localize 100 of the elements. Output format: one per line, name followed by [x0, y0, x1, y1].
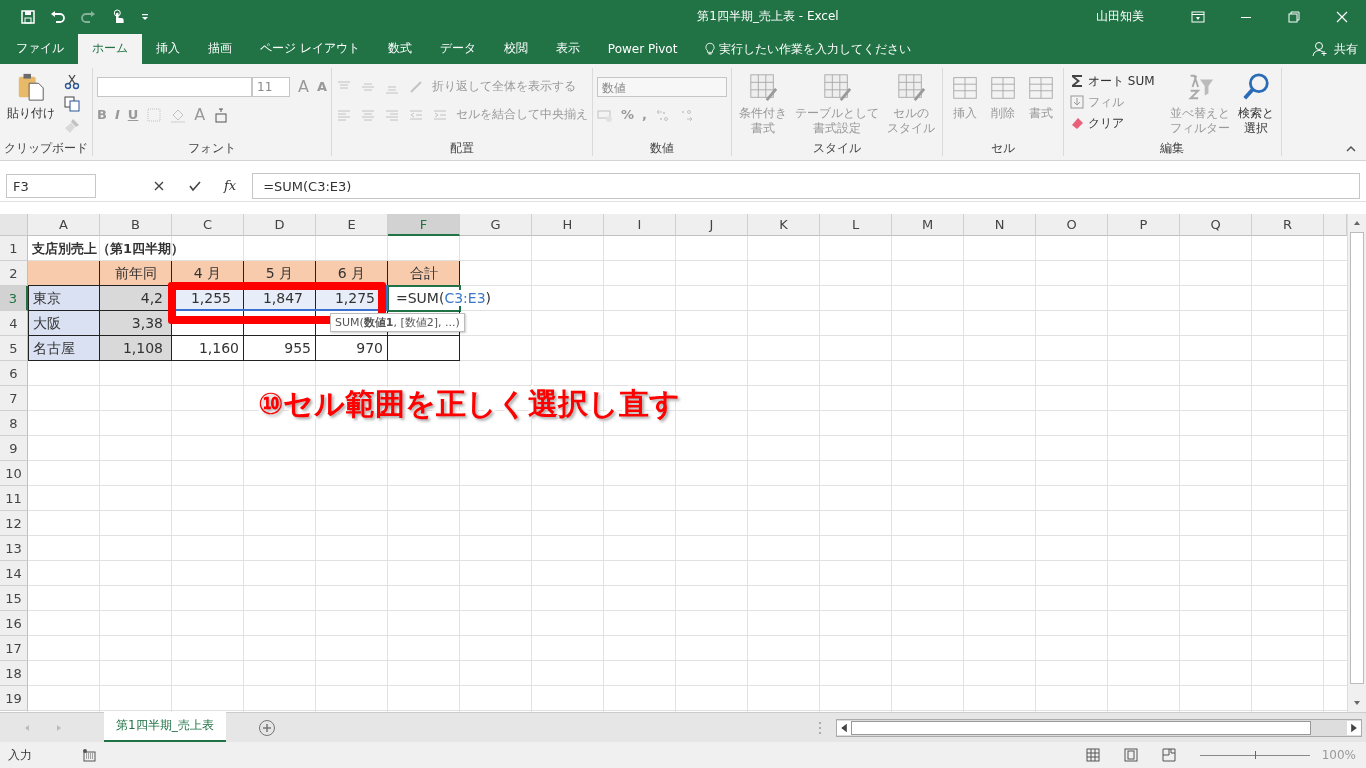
- row-header[interactable]: 10: [0, 460, 28, 486]
- scroll-right-icon[interactable]: [1347, 720, 1361, 735]
- name-box[interactable]: F3: [6, 173, 96, 198]
- column-header[interactable]: P: [1108, 213, 1180, 236]
- row-header[interactable]: 9: [0, 435, 28, 461]
- column-header[interactable]: H: [532, 213, 604, 236]
- row-header[interactable]: 1: [0, 235, 28, 261]
- share-button[interactable]: 共有: [1334, 33, 1358, 64]
- row-header[interactable]: 2: [0, 260, 28, 286]
- person-add-icon[interactable]: [1312, 40, 1328, 57]
- macro-record-icon[interactable]: [82, 748, 96, 763]
- column-header[interactable]: K: [748, 213, 820, 236]
- number-format-field[interactable]: 数値: [597, 76, 727, 97]
- row-header[interactable]: 18: [0, 660, 28, 686]
- group-label: 編集: [1159, 139, 1186, 156]
- orientation-icon[interactable]: [408, 78, 424, 95]
- scrollbar-thumb[interactable]: [851, 720, 1311, 735]
- row-header[interactable]: 7: [0, 385, 28, 411]
- column-header[interactable]: E: [316, 213, 388, 236]
- row-header[interactable]: 13: [0, 535, 28, 561]
- font-name-field[interactable]: [97, 76, 252, 97]
- row-header[interactable]: 19: [0, 685, 28, 711]
- page-break-icon[interactable]: [1161, 748, 1176, 763]
- sigma-icon: [1070, 74, 1084, 89]
- scissors-icon[interactable]: [64, 73, 80, 90]
- paste-button[interactable]: 貼り付け: [4, 71, 58, 140]
- row-header[interactable]: 5: [0, 335, 28, 361]
- row-header[interactable]: 12: [0, 510, 28, 536]
- editing-button[interactable]: オート SUM: [1068, 71, 1157, 91]
- row-header[interactable]: 6: [0, 360, 28, 386]
- customize-icon[interactable]: [140, 11, 150, 22]
- scroll-left-icon[interactable]: [837, 720, 851, 735]
- table-icon: [896, 71, 926, 102]
- column-header[interactable]: F: [388, 213, 460, 236]
- sheet-tab[interactable]: 第1四半期_売上表: [104, 711, 226, 742]
- row-header[interactable]: 17: [0, 635, 28, 661]
- table-cell: 970: [316, 335, 388, 361]
- redo-icon[interactable]: [80, 8, 96, 25]
- ribbon-tab[interactable]: 数式: [373, 33, 426, 64]
- row-header[interactable]: 16: [0, 610, 28, 636]
- editing-large-button[interactable]: 検索と 選択: [1234, 71, 1277, 140]
- column-header[interactable]: R: [1252, 213, 1324, 236]
- save-icon[interactable]: [20, 8, 36, 25]
- scrollbar-thumb[interactable]: [1350, 231, 1364, 684]
- ribbon-tab[interactable]: データ: [425, 33, 490, 64]
- row-header[interactable]: 11: [0, 485, 28, 511]
- select-all-button[interactable]: [0, 213, 28, 236]
- column-header[interactable]: I: [604, 213, 676, 236]
- normal-view-icon[interactable]: [1085, 748, 1100, 763]
- ribbon-tab[interactable]: 表示: [541, 33, 594, 64]
- phonetic-icon[interactable]: [213, 106, 230, 123]
- column-header[interactable]: Q: [1180, 213, 1252, 236]
- column-header[interactable]: B: [100, 213, 172, 236]
- ribbon-tab[interactable]: ファイル: [2, 33, 78, 64]
- brush-icon[interactable]: [64, 117, 80, 134]
- row-header[interactable]: 8: [0, 410, 28, 436]
- column-header[interactable]: M: [892, 213, 964, 236]
- ribbon-tab[interactable]: 挿入: [142, 33, 194, 64]
- row-header[interactable]: 3: [0, 285, 28, 311]
- column-header[interactable]: A: [28, 213, 100, 236]
- editing-button[interactable]: クリア: [1068, 113, 1157, 133]
- ribbon-display-icon[interactable]: [1191, 9, 1205, 24]
- column-header[interactable]: L: [820, 213, 892, 236]
- column-header[interactable]: C: [172, 213, 244, 236]
- annotation-text: ⑩セル範囲を正しく選択し直す: [258, 384, 681, 423]
- column-header[interactable]: G: [460, 213, 532, 236]
- ribbon-tab[interactable]: Power Pivot: [593, 33, 692, 64]
- collapse-ribbon-icon[interactable]: [1346, 143, 1356, 154]
- row-header[interactable]: 15: [0, 585, 28, 611]
- ribbon-tab[interactable]: 描画: [194, 33, 246, 64]
- page-layout-icon[interactable]: [1123, 748, 1138, 763]
- formula-field[interactable]: =SUM(C3:E3): [252, 172, 1360, 199]
- column-header[interactable]: N: [964, 213, 1036, 236]
- group-label: 配置: [449, 139, 475, 156]
- column-header[interactable]: O: [1036, 213, 1108, 236]
- table-cell: 前年同: [100, 260, 172, 286]
- ribbon-tab[interactable]: 校閲: [489, 33, 542, 64]
- table-cell: 1,108: [100, 335, 172, 361]
- row-header[interactable]: 4: [0, 310, 28, 336]
- tell-me-search[interactable]: 実行したい作業を入力してください: [719, 33, 912, 64]
- column-header[interactable]: D: [244, 213, 316, 236]
- ribbon-tab[interactable]: ホーム: [78, 33, 142, 64]
- font-size-field[interactable]: 11: [252, 76, 290, 97]
- restore-icon[interactable]: [1287, 9, 1301, 24]
- group-label: クリップボード: [4, 139, 88, 156]
- insert-function-button[interactable]: fx: [224, 178, 237, 194]
- row-header[interactable]: 14: [0, 560, 28, 586]
- table-cell: 955: [244, 335, 316, 361]
- copy-icon[interactable]: [64, 95, 80, 112]
- splitter-icon[interactable]: [818, 720, 822, 735]
- table-icon: [748, 71, 778, 102]
- ribbon-tab[interactable]: ページ レイアウト: [246, 33, 374, 64]
- undo-icon[interactable]: [50, 8, 66, 25]
- group-label: フォント: [187, 139, 237, 156]
- clipboard-icon: [16, 71, 46, 102]
- close-icon[interactable]: [1335, 9, 1349, 24]
- table-cell: [28, 260, 100, 286]
- add-sheet-icon[interactable]: [257, 718, 276, 737]
- table-cell: 合計: [388, 260, 460, 286]
- column-header[interactable]: J: [676, 213, 748, 236]
